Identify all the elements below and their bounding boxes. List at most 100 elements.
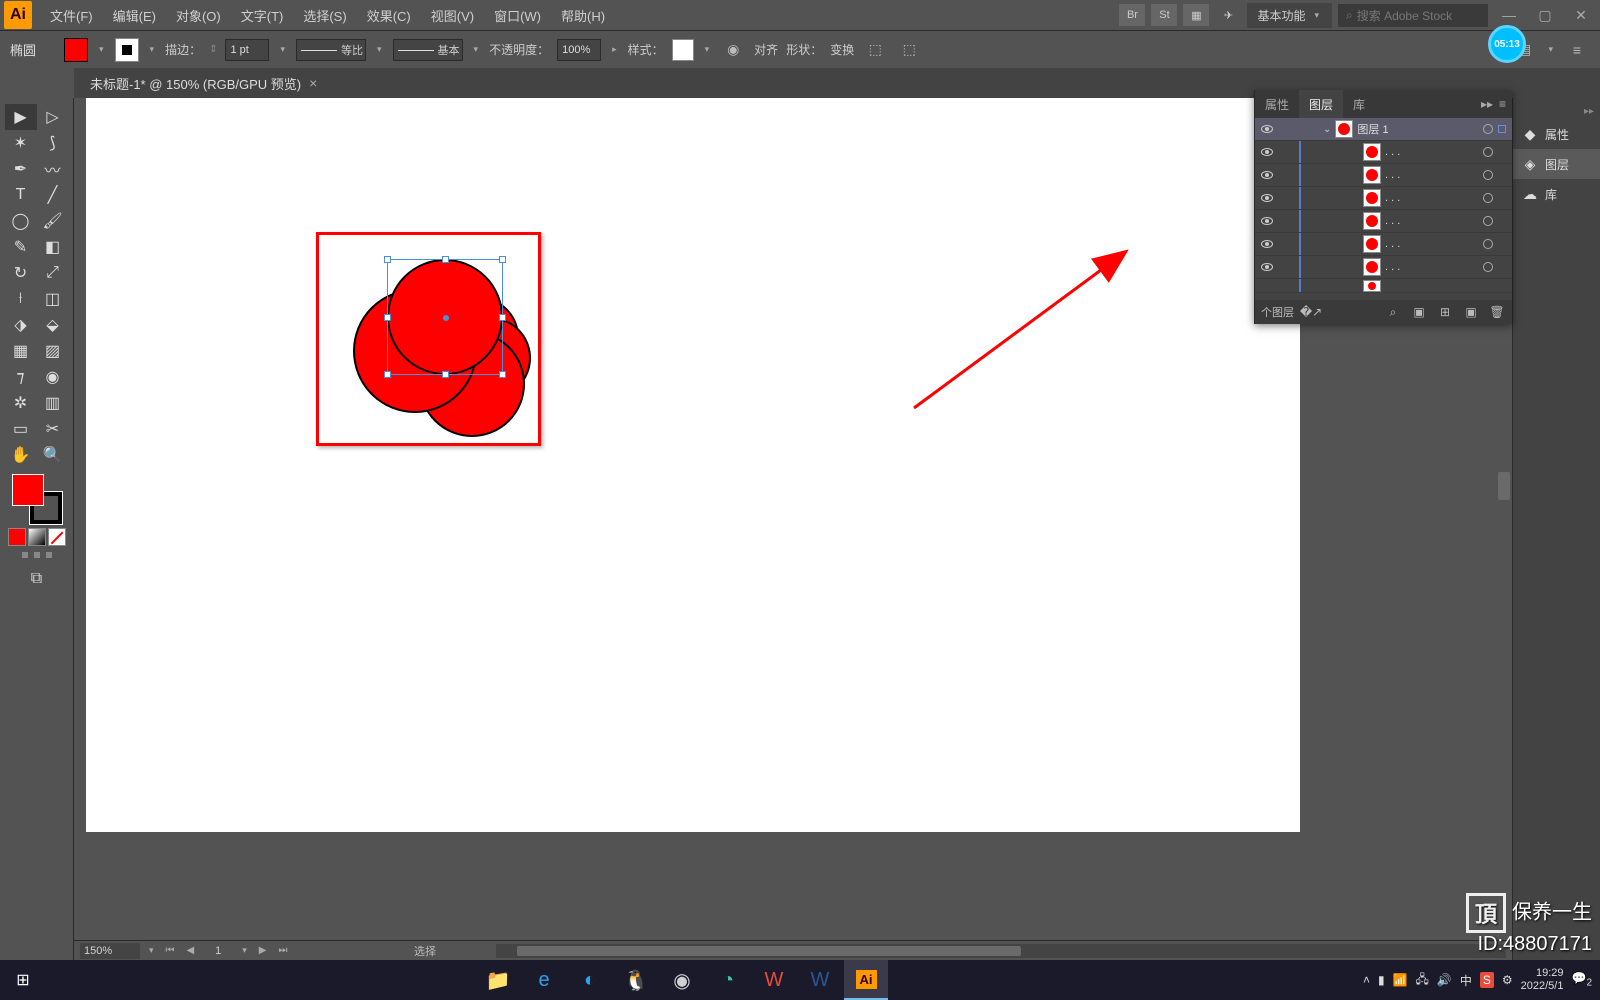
chevron-down-icon[interactable]: ▾ xyxy=(277,44,288,55)
blend-tool[interactable]: ◉ xyxy=(37,364,69,390)
locate-object-icon[interactable]: �↗ xyxy=(1302,304,1320,320)
scrollbar-thumb[interactable] xyxy=(517,946,1022,956)
menu-edit[interactable]: 编辑(E) xyxy=(103,0,166,31)
align-label[interactable]: 对齐 xyxy=(754,41,778,58)
layer-thumbnail[interactable] xyxy=(1363,280,1381,292)
tray-chevron-icon[interactable]: ˄ xyxy=(1363,973,1370,987)
new-layer-icon[interactable]: ▣ xyxy=(1462,304,1480,320)
color-mode-solid[interactable] xyxy=(8,528,26,546)
perspective-tool[interactable]: ⬙ xyxy=(37,312,69,338)
chevron-down-icon[interactable]: ▾ xyxy=(471,44,482,55)
dock-properties[interactable]: ◆属性 xyxy=(1513,119,1600,149)
direct-selection-tool[interactable]: ▷ xyxy=(37,104,69,130)
minimize-button[interactable]: — xyxy=(1494,4,1524,26)
layer-thumbnail[interactable] xyxy=(1363,212,1381,230)
task-illustrator[interactable]: Ai xyxy=(844,960,888,1000)
tray-clock[interactable]: 19:29 2022/5/1 xyxy=(1521,967,1564,993)
layer-thumbnail[interactable] xyxy=(1363,189,1381,207)
type-tool[interactable]: T xyxy=(5,182,37,208)
menu-help[interactable]: 帮助(H) xyxy=(551,0,615,31)
vertical-scrollbar[interactable] xyxy=(1496,324,1512,940)
menu-type[interactable]: 文字(T) xyxy=(231,0,294,31)
graph-tool[interactable]: ▥ xyxy=(37,390,69,416)
search-layers-icon[interactable]: ⌕ xyxy=(1384,304,1402,320)
layer-thumbnail[interactable] xyxy=(1363,258,1381,276)
panel-menu-icon[interactable]: ≡ xyxy=(1499,97,1506,111)
panel-tab-properties[interactable]: 属性 xyxy=(1255,90,1299,118)
sublayer-row[interactable]: . . . xyxy=(1255,164,1512,187)
zoom-tool[interactable]: 🔍 xyxy=(37,442,69,468)
chevron-down-icon[interactable]: ▾ xyxy=(239,945,250,956)
expand-layer-icon[interactable]: ⌄ xyxy=(1319,124,1335,135)
stepper-icon[interactable]: ⇕ xyxy=(209,44,217,55)
tray-sogou-icon[interactable]: S xyxy=(1480,972,1494,988)
lasso-tool[interactable]: ⟆ xyxy=(37,130,69,156)
layer-thumbnail[interactable] xyxy=(1363,143,1381,161)
chevron-down-icon[interactable]: ▾ xyxy=(1545,44,1556,55)
graphic-style-swatch[interactable] xyxy=(672,39,694,61)
make-clipping-mask-icon[interactable]: ▣ xyxy=(1410,304,1428,320)
maximize-button[interactable]: ▢ xyxy=(1530,4,1560,26)
opacity-input[interactable]: 100% xyxy=(557,39,601,61)
chevron-down-icon[interactable]: ▾ xyxy=(146,945,157,956)
scale-tool[interactable]: ⤢ xyxy=(37,260,69,286)
stock-icon[interactable]: St xyxy=(1151,4,1177,26)
layer-thumbnail[interactable] xyxy=(1335,120,1353,138)
sublayer-row[interactable]: . . . xyxy=(1255,233,1512,256)
selection-tool[interactable]: ▶ xyxy=(5,104,37,130)
tray-ime-indicator[interactable]: 中 xyxy=(1460,972,1472,989)
magic-wand-tool[interactable]: ✶ xyxy=(5,130,37,156)
delete-layer-icon[interactable]: 🗑 xyxy=(1488,304,1506,320)
chevron-right-icon[interactable]: ▸ xyxy=(609,44,620,55)
screen-mode-button[interactable]: ⧉ xyxy=(21,566,53,592)
ellipse-tool[interactable]: ◯ xyxy=(5,208,37,234)
layer-thumbnail[interactable] xyxy=(1363,235,1381,253)
visibility-toggle[interactable] xyxy=(1255,148,1279,156)
sublayer-row[interactable]: . . . xyxy=(1255,256,1512,279)
recolor-icon[interactable]: ◉ xyxy=(720,39,746,61)
chevron-down-icon[interactable]: ▾ xyxy=(702,44,713,55)
artboard[interactable] xyxy=(86,98,1300,832)
sublayer-row[interactable]: . . . xyxy=(1255,141,1512,164)
target-icon[interactable] xyxy=(1478,216,1498,226)
line-tool[interactable]: ╱ xyxy=(37,182,69,208)
tray-network-icon[interactable]: 🖧 xyxy=(1416,970,1429,991)
target-icon[interactable] xyxy=(1478,147,1498,157)
tray-wifi-icon[interactable]: 📶 xyxy=(1393,973,1408,987)
next-artboard-icon[interactable]: ▶ xyxy=(256,945,270,956)
zoom-level-dropdown[interactable]: 150% xyxy=(80,943,140,959)
panel-tab-layers[interactable]: 图层 xyxy=(1299,90,1343,118)
artboard-tool[interactable]: ▭ xyxy=(5,416,37,442)
sublayer-row[interactable]: . . . xyxy=(1255,210,1512,233)
sublayer-row[interactable] xyxy=(1255,279,1512,293)
workspace-switcher[interactable]: 基本功能 ▾ xyxy=(1247,3,1332,28)
visibility-toggle[interactable] xyxy=(1255,171,1279,179)
chevron-down-icon[interactable]: ▾ xyxy=(374,44,385,55)
task-word[interactable]: W xyxy=(798,960,842,1000)
curvature-tool[interactable]: 〰 xyxy=(37,156,69,182)
visibility-toggle[interactable] xyxy=(1255,240,1279,248)
rotate-tool[interactable]: ↻ xyxy=(5,260,37,286)
shaper-tool[interactable]: ✎ xyxy=(5,234,37,260)
horizontal-scrollbar[interactable] xyxy=(496,944,1506,958)
task-qq[interactable]: 🐧 xyxy=(614,960,658,1000)
first-artboard-icon[interactable]: ⏮ xyxy=(163,945,178,956)
dock-libraries[interactable]: ☁库 xyxy=(1513,179,1600,209)
task-chrome[interactable]: ◉ xyxy=(660,960,704,1000)
new-sublayer-icon[interactable]: ⊞ xyxy=(1436,304,1454,320)
target-icon[interactable] xyxy=(1478,262,1498,272)
task-edge2[interactable]: ◔ xyxy=(706,960,750,1000)
width-tool[interactable]: ⟊ xyxy=(5,286,37,312)
draw-mode-row[interactable] xyxy=(22,552,52,558)
fill-color-swatch[interactable] xyxy=(64,38,88,62)
gpu-icon[interactable]: ✈ xyxy=(1215,4,1241,26)
transform-label[interactable]: 变换 xyxy=(830,41,854,58)
panel-tab-libraries[interactable]: 库 xyxy=(1343,90,1375,118)
scrollbar-thumb[interactable] xyxy=(1498,472,1510,500)
shape-builder-tool[interactable]: ⬗ xyxy=(5,312,37,338)
color-mode-none[interactable] xyxy=(48,528,66,546)
close-button[interactable]: ✕ xyxy=(1566,4,1596,26)
symbol-sprayer-tool[interactable]: ✲ xyxy=(5,390,37,416)
isolate-icon[interactable]: ⬚ xyxy=(862,39,888,61)
target-icon[interactable] xyxy=(1478,193,1498,203)
